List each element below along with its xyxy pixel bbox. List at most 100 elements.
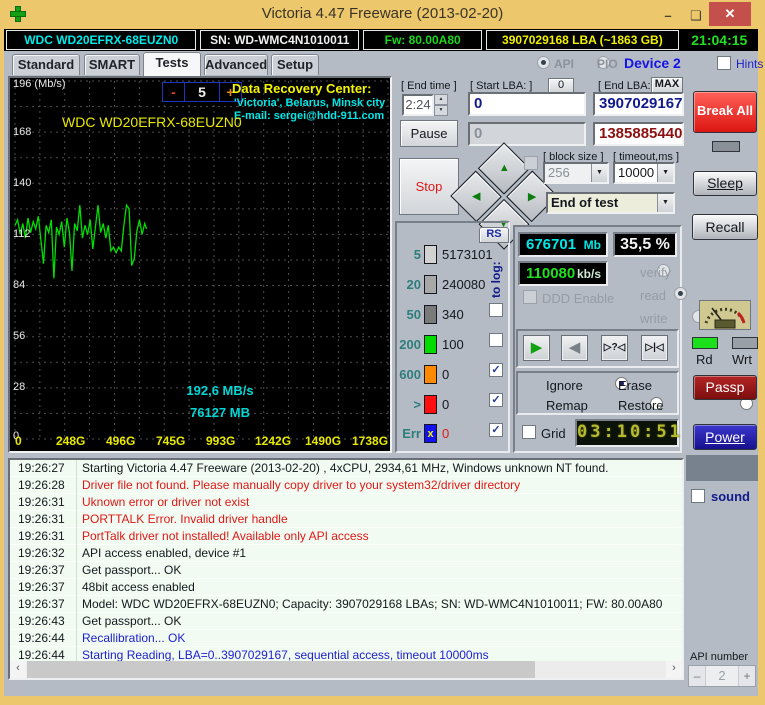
log-entry: 19:26:32 API access enabled, device #1 [10, 545, 682, 562]
close-button[interactable]: ✕ [709, 2, 751, 26]
pad-option-checkbox[interactable] [524, 156, 538, 170]
speed-bin-color [424, 245, 437, 264]
api-radio-label: API [554, 57, 575, 71]
sleep-button[interactable]: Sleep [693, 171, 757, 196]
speed-graph: 196 (Mb/s) 168 140 112 84 56 28 0 0 248G… [8, 76, 392, 453]
dropdown-arrow-icon[interactable]: ▼ [591, 164, 607, 182]
tab-advanced[interactable]: Advanced [204, 54, 268, 75]
api-plus-button[interactable]: + [739, 666, 755, 686]
scroll-left-icon[interactable]: ‹ [10, 661, 26, 678]
recall-button[interactable]: Recall [692, 214, 758, 240]
tab-tests[interactable]: Tests [143, 52, 201, 76]
block-size-dropdown[interactable]: 256 ▼ [543, 162, 609, 184]
minimize-button[interactable]: – [658, 8, 678, 23]
log-divider [76, 460, 77, 661]
block-stat-row: 20 240080 [406, 275, 486, 294]
end-lba-input[interactable]: 3907029167 [593, 92, 684, 116]
x-tick: 1490G [305, 434, 342, 448]
block-stat-row: 5 5173101 [413, 245, 493, 264]
current-mb-label: 76127 MB [190, 405, 250, 420]
log-message: Model: WDC WD20EFRX-68EUZN0; Capacity: 3… [82, 597, 663, 611]
log-entry: 19:26:37 Get passport... OK [10, 562, 682, 579]
elapsed-time-display: 03:10:51 [575, 419, 680, 447]
end-action-dropdown[interactable]: End of test ▼ [546, 192, 675, 214]
to-log-checkbox-err[interactable]: ✓ [489, 423, 503, 437]
log-horizontal-scrollbar[interactable]: ‹ › [10, 661, 682, 678]
y-tick: 168 [13, 126, 32, 138]
log-entry: 19:26:44 Recallibration... OK [10, 630, 682, 647]
up-arrow-icon: ▲ [498, 162, 510, 175]
ddd-enable-label: DDD Enable [542, 291, 615, 306]
log-message: Driver file not found. Please manually c… [82, 478, 521, 492]
start-lba-reset-button[interactable]: 0 [548, 78, 574, 93]
speed-bin-color [424, 305, 437, 324]
log-entry: 19:26:37 48bit access enabled [10, 579, 682, 596]
speed-bin-color [424, 335, 437, 354]
tab-smart[interactable]: SMART [84, 54, 140, 75]
sound-checkbox[interactable] [691, 489, 705, 503]
vu-meter [699, 300, 751, 330]
seek-end-button[interactable]: ▷|◁ [641, 335, 668, 361]
break-all-button[interactable]: Break All [693, 91, 757, 133]
to-log-checkbox-200[interactable] [489, 333, 503, 347]
drc-email: E-mail: sergei@hdd-911.com [234, 110, 385, 122]
write-indicator [732, 337, 758, 349]
scroll-right-icon[interactable]: › [666, 661, 682, 678]
ddd-enable-checkbox[interactable] [523, 290, 537, 304]
tab-setup[interactable]: Setup [271, 54, 319, 75]
to-log-checkbox-50[interactable] [489, 303, 503, 317]
spin-up-icon[interactable]: ▲ [434, 94, 448, 105]
block-stat-row: 600 0 [399, 365, 450, 384]
rs-button[interactable]: RS [479, 227, 509, 243]
start-lba-input[interactable]: 0 [468, 92, 586, 116]
log-timestamp: 19:26:28 [18, 478, 65, 492]
grid-checkbox[interactable] [522, 425, 536, 439]
api-minus-button[interactable]: – [689, 666, 705, 686]
block-size-value: 256 [545, 164, 591, 182]
start-test-button[interactable]: ▶ [523, 335, 550, 361]
system-clock: 21:04:15 [682, 30, 756, 50]
log-timestamp: 19:26:37 [18, 580, 65, 594]
x-tick: 0 [15, 434, 22, 448]
stop-button[interactable]: Stop [399, 158, 459, 215]
zoom-out-button[interactable]: - [163, 83, 185, 101]
tab-standard[interactable]: Standard [12, 54, 80, 75]
title-bar: Victoria 4.47 Freeware (2013-02-20) – ❑ … [0, 0, 765, 29]
maximize-button[interactable]: ❑ [686, 8, 706, 24]
log-entry: 19:26:27 Starting Victoria 4.47 Freeware … [10, 460, 682, 477]
api-radio[interactable] [537, 56, 550, 69]
drive-model: WDC WD20EFRX-68EUZN0 [6, 30, 197, 50]
end-lba-label: [ End LBA: ] [598, 80, 657, 92]
max-lba-button[interactable]: MAX [651, 77, 683, 93]
passport-button[interactable]: Passp [693, 375, 757, 400]
log-timestamp: 19:26:37 [18, 597, 65, 611]
panel-header-block [686, 455, 758, 481]
log-message: PortTalk driver not installed! Available… [82, 529, 369, 543]
y-tick: 196 (Mb/s) [13, 78, 66, 90]
pause-button[interactable]: Pause [400, 120, 458, 147]
y-tick: 140 [13, 177, 32, 189]
end-time-label: [ End time ] [401, 80, 457, 92]
hints-checkbox[interactable] [717, 56, 731, 70]
rewind-button[interactable]: ◀ [561, 335, 588, 361]
to-log-checkbox-gt[interactable]: ✓ [489, 393, 503, 407]
timeout-dropdown[interactable]: 10000 ▼ [613, 162, 675, 184]
log-timestamp: 19:26:27 [18, 461, 65, 475]
timeout-value: 10000 [618, 165, 655, 180]
dropdown-arrow-icon[interactable]: ▼ [657, 194, 673, 212]
log-message: Starting Victoria 4.47 Freeware (2013-02… [82, 461, 609, 475]
power-button[interactable]: Power [693, 424, 757, 450]
dropdown-arrow-icon[interactable]: ▼ [657, 164, 673, 182]
sound-label: sound [711, 489, 750, 504]
scrollbar-thumb[interactable] [27, 661, 535, 678]
to-log-checkbox-600[interactable]: ✓ [489, 363, 503, 377]
data-counter-display: 676701 Mb [518, 232, 608, 257]
log-list: 19:26:27 Starting Victoria 4.47 Freeware … [10, 460, 682, 664]
seek-question-button[interactable]: ▷?◁ [601, 335, 628, 361]
drive-info-bar: WDC WD20EFRX-68EUZN0 SN: WD-WMC4N1010011… [4, 29, 758, 51]
log-timestamp: 19:26:32 [18, 546, 65, 560]
busy-indicator [712, 141, 740, 152]
end-time-spinner[interactable]: 2:24 ▲ ▼ [402, 94, 448, 116]
log-entry: 19:26:43 Get passport... OK [10, 613, 682, 630]
spin-down-icon[interactable]: ▼ [434, 105, 448, 116]
